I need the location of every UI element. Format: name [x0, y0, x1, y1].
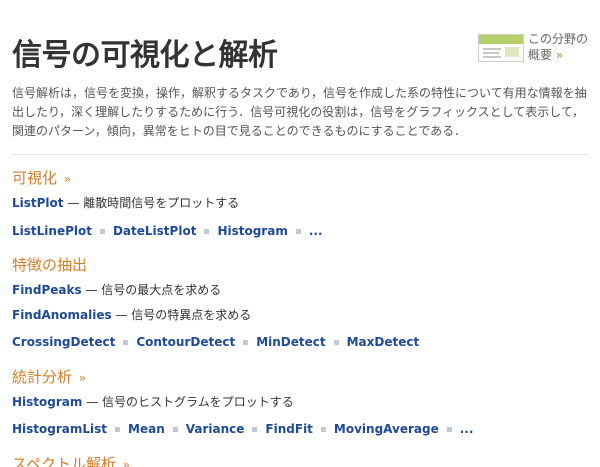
overview-link[interactable]: この分野の概要 » [478, 31, 593, 65]
more-arrow-icon[interactable]: » [79, 371, 86, 385]
function-link-listplot[interactable]: ListPlot [12, 196, 64, 210]
square-bullet-icon [295, 228, 301, 234]
section-heading-label: 特徴の抽出 [12, 256, 88, 274]
function-description: 信号の特異点を求める [131, 308, 252, 322]
square-bullet-icon [204, 228, 210, 234]
dash: — [85, 283, 98, 297]
section-heading-spectral-analysis[interactable]: スペクトル解析 » [12, 455, 130, 467]
dash: — [86, 395, 99, 409]
dash: — [67, 196, 80, 210]
square-bullet-icon [333, 339, 339, 345]
square-bullet-icon [99, 228, 105, 234]
section-heading-feature-extraction: 特徴の抽出 [12, 256, 87, 274]
more-arrow-icon[interactable]: » [64, 172, 71, 186]
intro-paragraph: 信号解析は，信号を変換，操作，解釈するタスクであり，信号を作成した系の特性につい… [12, 86, 587, 138]
section-heading-visualization[interactable]: 可視化 » [12, 169, 71, 188]
square-bullet-icon [115, 426, 121, 432]
square-bullet-icon [243, 339, 249, 345]
function-description: 離散時間信号をプロットする [83, 196, 240, 210]
related-link[interactable]: Histogram [217, 224, 287, 239]
more-arrow-icon[interactable]: » [123, 458, 130, 467]
dash: — [115, 308, 128, 322]
related-link[interactable]: HistogramList [12, 422, 107, 437]
function-description: 信号のヒストグラムをプロットする [102, 395, 294, 409]
related-link[interactable]: MinDetect [256, 335, 325, 350]
function-link-findpeaks[interactable]: FindPeaks [12, 283, 82, 297]
function-item: FindPeaks — 信号の最大点を求める [12, 283, 221, 298]
more-link[interactable]: ... [309, 224, 323, 239]
overview-text[interactable]: この分野の概要 » [528, 31, 594, 63]
related-link[interactable]: DateListPlot [113, 224, 196, 239]
related-link[interactable]: Variance [186, 422, 245, 437]
related-links-row: CrossingDetect ContourDetect MinDetect MaxD… [12, 335, 419, 350]
square-bullet-icon [172, 426, 178, 432]
function-item: FindAnomalies — 信号の特異点を求める [12, 308, 251, 323]
related-link[interactable]: FindFit [265, 422, 313, 437]
divider [12, 154, 588, 155]
section-heading-statistical-analysis[interactable]: 統計分析 » [12, 368, 86, 387]
function-description: 信号の最大点を求める [101, 283, 222, 297]
related-link[interactable]: ListLinePlot [12, 224, 92, 239]
overview-thumbnail-icon[interactable] [478, 34, 524, 62]
page-title: 信号の可視化と解析 [12, 38, 278, 73]
related-link[interactable]: MaxDetect [347, 335, 420, 350]
guide-page: 信号の可視化と解析 この分野の概要 » 信号解析は，信号を変換，操作，解釈するタ… [0, 0, 600, 467]
more-link[interactable]: ... [460, 422, 474, 437]
overview-arrow-icon[interactable]: » [556, 48, 563, 62]
function-item: Histogram — 信号のヒストグラムをプロットする [12, 395, 294, 410]
related-link[interactable]: ContourDetect [136, 335, 235, 350]
function-link-histogram[interactable]: Histogram [12, 395, 82, 409]
square-bullet-icon [252, 426, 258, 432]
function-item: ListPlot — 離散時間信号をプロットする [12, 196, 239, 211]
related-link[interactable]: MovingAverage [334, 422, 439, 437]
square-bullet-icon [123, 339, 129, 345]
related-link[interactable]: Mean [128, 422, 165, 437]
square-bullet-icon [320, 426, 326, 432]
section-heading-label[interactable]: スペクトル解析 [12, 455, 116, 467]
related-links-row: ListLinePlot DateListPlot Histogram... [12, 224, 323, 239]
function-link-findanomalies[interactable]: FindAnomalies [12, 308, 112, 322]
related-links-row: HistogramList Mean Variance FindFit MovingAv… [12, 422, 473, 437]
section-heading-label[interactable]: 可視化 [12, 169, 57, 187]
related-link[interactable]: CrossingDetect [12, 335, 115, 350]
section-heading-label[interactable]: 統計分析 [12, 368, 72, 386]
square-bullet-icon [446, 426, 452, 432]
